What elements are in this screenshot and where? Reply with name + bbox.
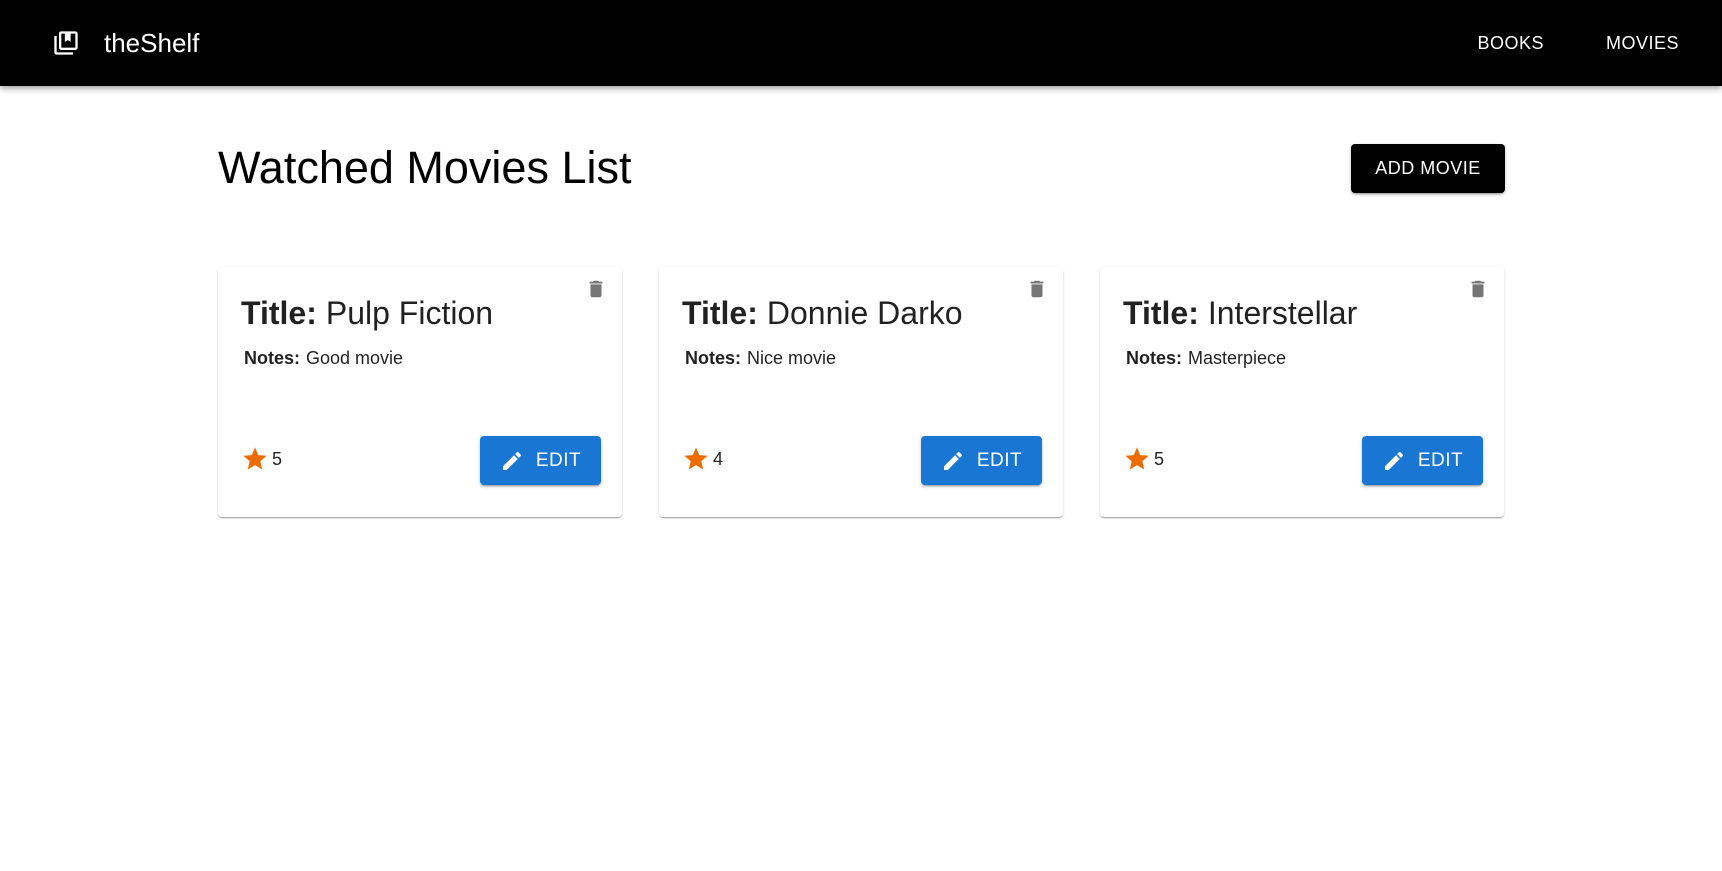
delete-icon [589,280,603,298]
nav-link-movies[interactable]: MOVIES [1585,23,1700,64]
movie-card: Title: Interstellar Notes: Masterpiece 5 E… [1100,267,1504,517]
notes-value: Masterpiece [1188,348,1287,368]
page-title: Watched Movies List [218,142,632,193]
title-value: Pulp Fiction [325,295,494,331]
title-value: Interstellar [1207,295,1358,331]
rating-value: 5 [1154,448,1165,469]
edit-button-label: EDIT [1417,449,1464,471]
rating: 4 [682,445,723,473]
brand-home-link[interactable]: theShelf [52,0,199,86]
title-label: Title: [1123,295,1199,331]
star-icon [684,447,708,470]
edit-button[interactable]: EDIT [921,436,1042,485]
notes-value: Good movie [306,348,404,368]
pencil-icon [943,451,962,470]
movie-notes: Notes: Masterpiece [1126,346,1286,370]
app-bar: theShelf BOOKS MOVIES [0,0,1722,86]
brand-name: theShelf [104,27,200,58]
notes-value: Nice movie [747,348,837,368]
rating: 5 [241,445,282,473]
rating: 5 [1123,445,1164,473]
star-icon [1125,447,1149,470]
movie-title: Title: Donnie Darko [682,292,963,334]
pencil-icon [502,451,521,470]
edit-button[interactable]: EDIT [1362,436,1483,485]
movie-notes: Notes: Nice movie [685,346,836,370]
notes-label: Notes: [244,348,301,368]
delete-icon [1471,280,1485,298]
star-icon [243,447,267,470]
main-nav: BOOKS MOVIES [1436,0,1700,86]
add-movie-button[interactable]: ADD MOVIE [1351,144,1505,193]
nav-link-books[interactable]: BOOKS [1456,23,1565,64]
rating-value: 4 [713,448,724,469]
title-value: Donnie Darko [766,295,963,331]
edit-button[interactable]: EDIT [480,436,601,485]
delete-button[interactable] [1462,273,1494,305]
rating-value: 5 [272,448,283,469]
edit-button-label: EDIT [535,449,582,471]
movie-title: Title: Interstellar [1123,292,1357,334]
notes-label: Notes: [685,348,742,368]
movie-card: Title: Pulp Fiction Notes: Good movie 5 ED… [218,267,622,517]
edit-button-label: EDIT [976,449,1023,471]
library-books-icon [52,29,80,57]
delete-button[interactable] [580,273,612,305]
delete-button[interactable] [1021,273,1053,305]
title-label: Title: [682,295,758,331]
title-label: Title: [241,295,317,331]
movie-title: Title: Pulp Fiction [241,292,493,334]
pencil-icon [1384,451,1403,470]
notes-label: Notes: [1126,348,1183,368]
movie-notes: Notes: Good movie [244,346,403,370]
movie-card: Title: Donnie Darko Notes: Nice movie 4 ED… [659,267,1063,517]
delete-icon [1030,280,1044,298]
